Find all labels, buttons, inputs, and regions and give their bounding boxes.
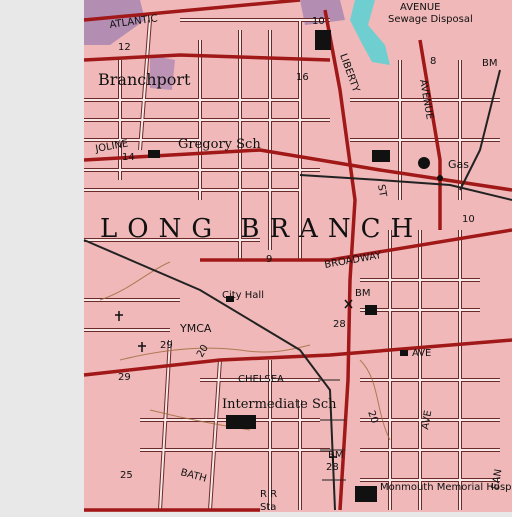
num-29b: 29: [118, 372, 131, 383]
num-25: 25: [120, 470, 133, 481]
street-chelsea: CHELSEA: [238, 374, 284, 385]
building-block: [226, 415, 256, 429]
school-marker: [148, 150, 160, 158]
num-10: 10: [312, 16, 325, 27]
num-9: 9: [266, 254, 272, 265]
num-28: 28: [333, 319, 346, 330]
school-gregory: Gregory Sch: [178, 137, 261, 152]
sta-label: Sta: [260, 502, 276, 512]
num-14: 14: [122, 152, 135, 163]
num-28b: 28: [326, 462, 339, 473]
street-avenue-top: AVENUE: [400, 2, 440, 13]
building-block: [315, 30, 331, 50]
building-block: [400, 350, 408, 356]
map-canvas: LONG BRANCH Branchport Gregory Sch Inter…: [0, 0, 512, 513]
num-10b: 10: [462, 214, 475, 225]
sewage-label: Sewage Disposal: [388, 14, 473, 25]
building-block: [365, 305, 377, 315]
topographic-map[interactable]: LONG BRANCH Branchport Gregory Sch Inter…: [0, 0, 512, 513]
ymca-label: YMCA: [179, 322, 212, 335]
bm-low: BM: [328, 450, 344, 461]
building-block: [355, 486, 377, 502]
tank-marker: [437, 175, 443, 181]
num-29: 29: [160, 340, 173, 351]
street-ave: AVE: [412, 348, 431, 359]
bm-top: BM: [482, 58, 498, 69]
rr-label: R R: [260, 489, 277, 500]
school-intermediate: Intermediate Sch: [222, 397, 337, 412]
city-hall-label: City Hall: [222, 290, 264, 301]
building-block: [372, 150, 390, 162]
num-12: 12: [118, 42, 131, 53]
tank-marker: [418, 157, 430, 169]
city-label: LONG BRANCH: [100, 214, 423, 244]
bm-mid: BM: [355, 288, 371, 299]
num-8: 8: [430, 56, 436, 67]
num-16: 16: [296, 72, 309, 83]
gas-label: Gas: [448, 158, 469, 171]
place-branchport: Branchport: [98, 70, 191, 89]
